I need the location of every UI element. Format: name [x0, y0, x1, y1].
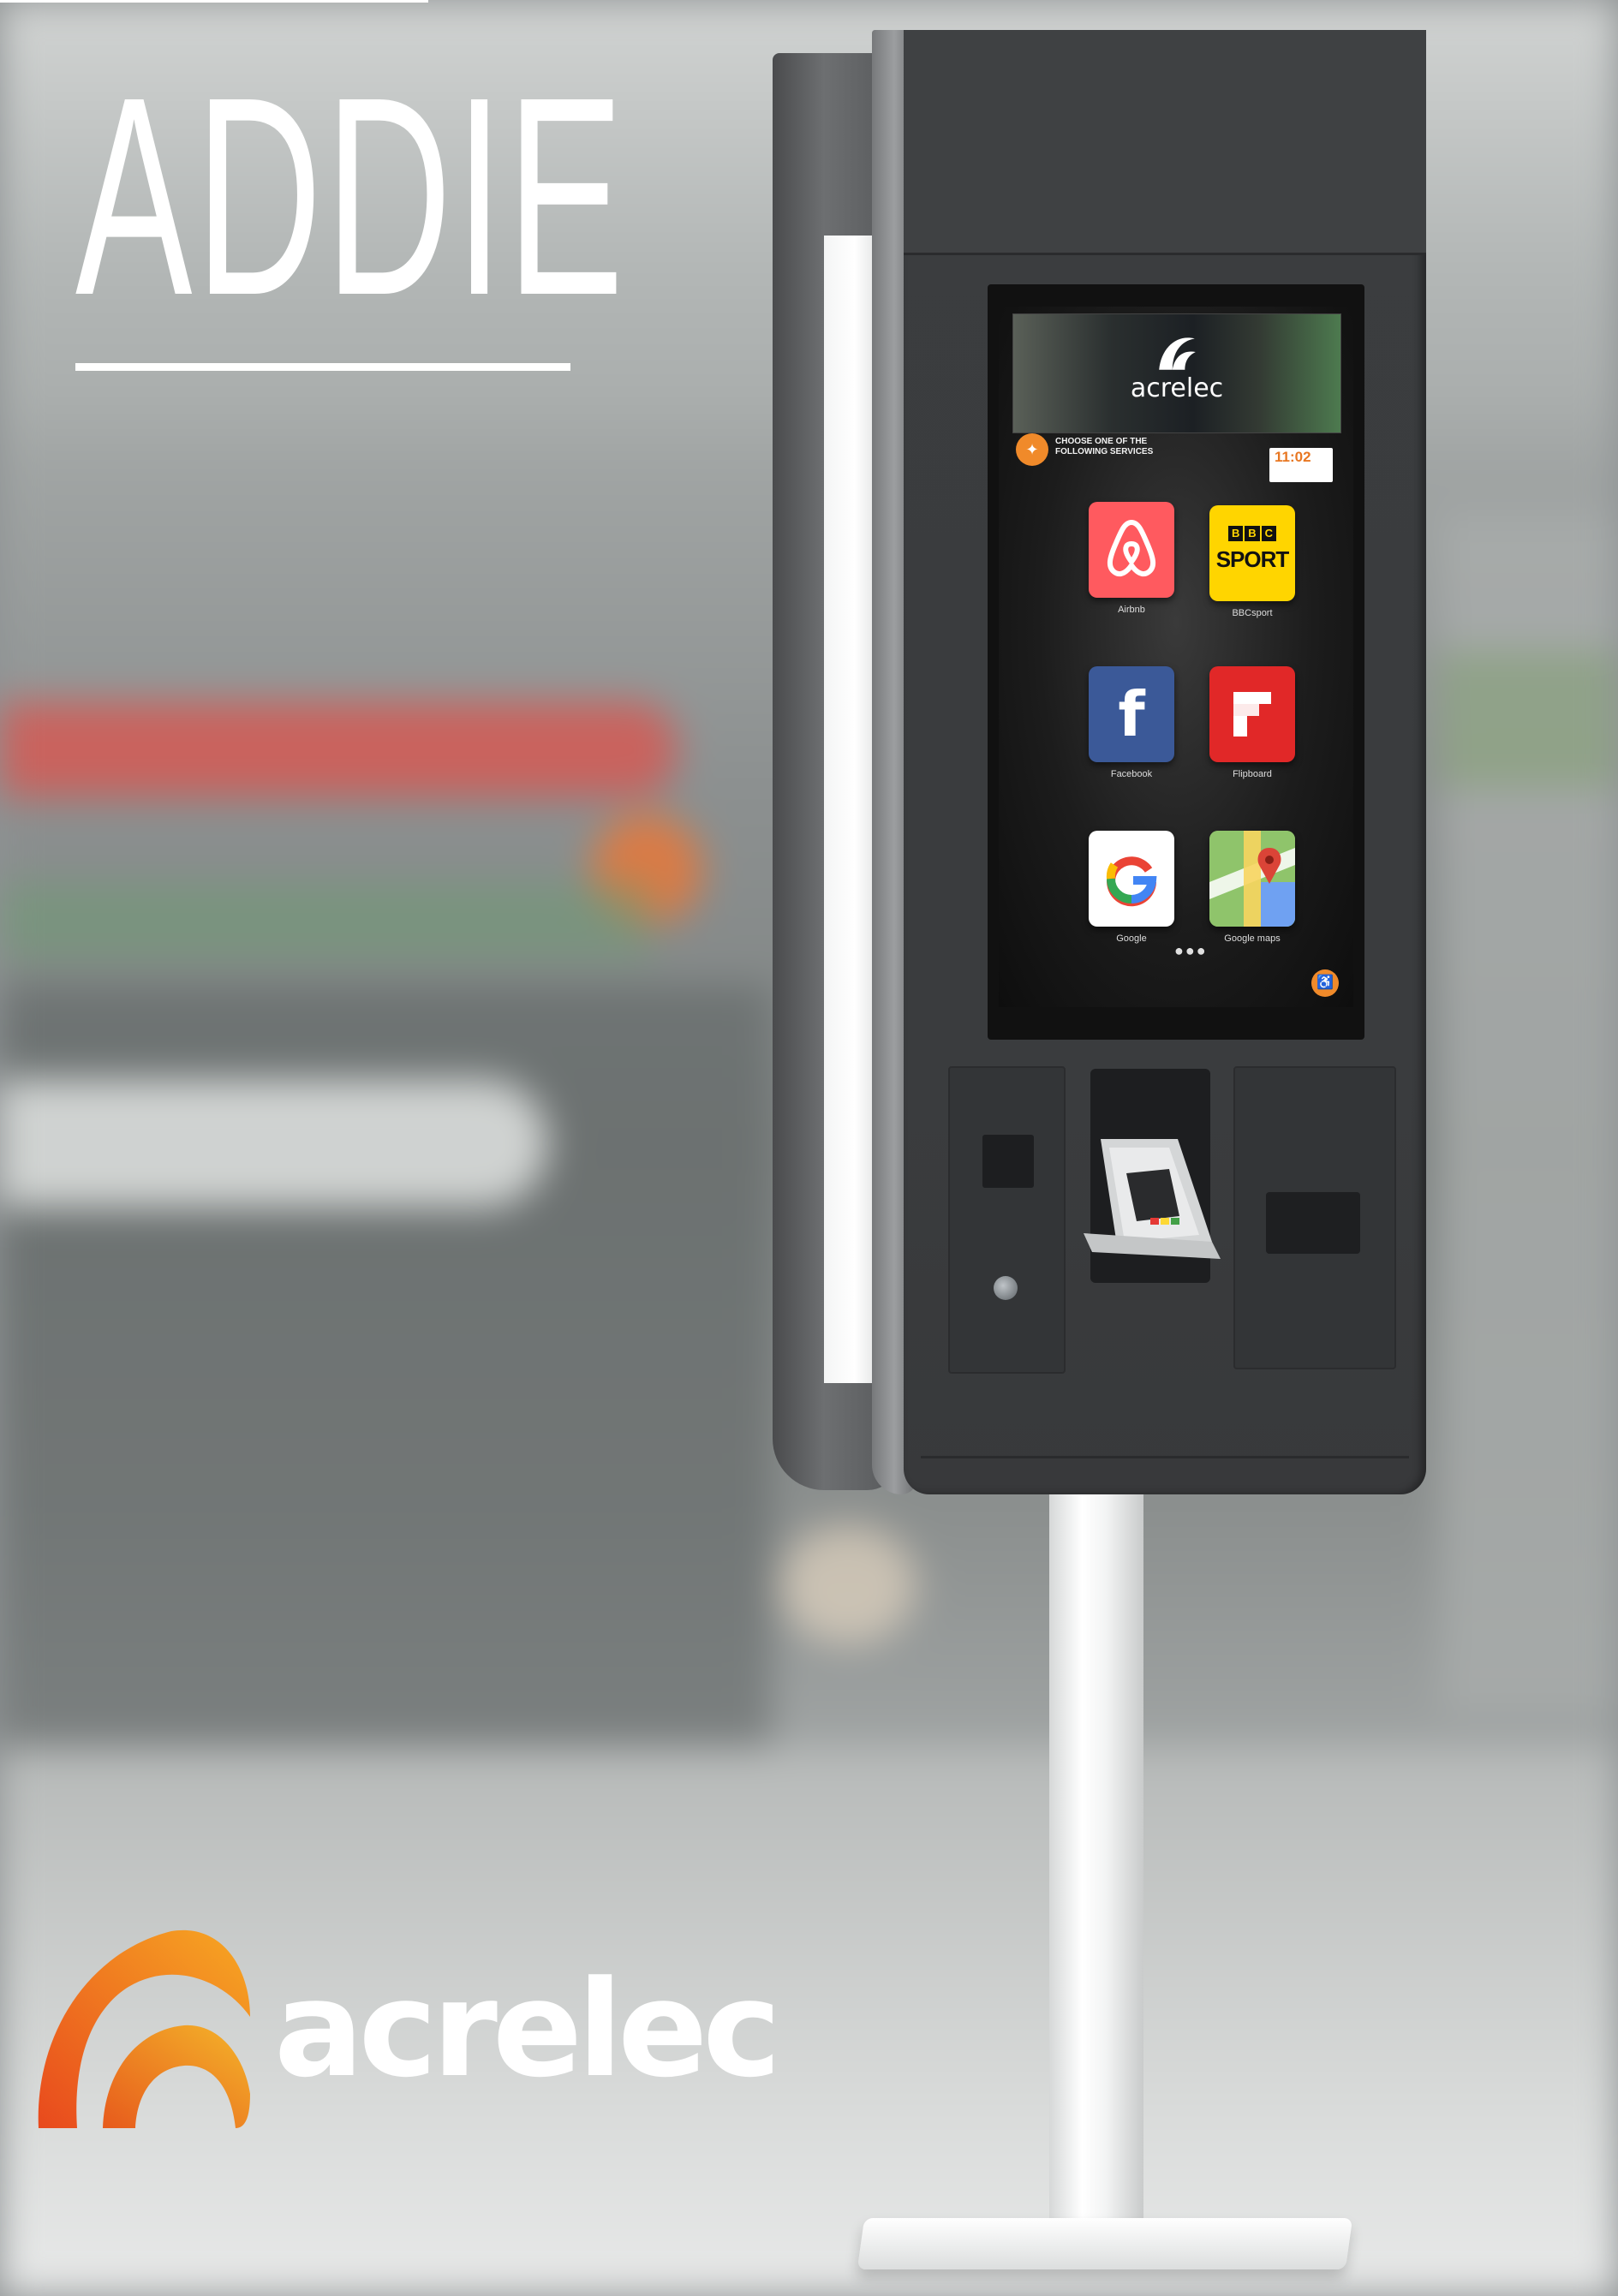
app-facebook[interactable]: f Facebook — [1089, 666, 1174, 782]
acrelec-logo: acrelec — [26, 1918, 781, 2150]
accessibility-icon[interactable]: ♿ — [1311, 969, 1339, 997]
google-icon — [1089, 831, 1174, 927]
acrelec-logo-icon — [1159, 337, 1196, 370]
bbc-sport-icon: B B C SPORT — [1209, 505, 1295, 601]
facebook-icon: f — [1089, 666, 1174, 762]
kiosk-pole — [1049, 1486, 1143, 2239]
google-maps-icon — [1209, 831, 1295, 927]
clock-widget: 11:02 — [1269, 448, 1333, 482]
banner-brand-text: acrelec — [1130, 373, 1224, 403]
card-terminal-icon[interactable] — [1084, 1122, 1221, 1259]
app-label: Google — [1116, 933, 1147, 944]
bbc-sport-text: SPORT — [1215, 546, 1290, 572]
kiosk-header — [904, 30, 1426, 255]
app-google[interactable]: Google — [1089, 831, 1174, 946]
app-label: Google maps — [1224, 933, 1281, 944]
app-label: Airbnb — [1118, 605, 1145, 615]
bbc-blocks: B B C — [1228, 526, 1276, 541]
clock-time: 11:02 — [1275, 449, 1311, 465]
airbnb-icon — [1089, 502, 1174, 598]
services-icon: ✦ — [1016, 433, 1048, 466]
kiosk-bottom-edge — [921, 1456, 1409, 1458]
brand-wordmark: acrelec — [274, 1952, 781, 2107]
page-indicator[interactable]: ●●● — [1174, 942, 1208, 960]
kiosk-base — [857, 2218, 1353, 2269]
status-light — [994, 1276, 1018, 1300]
barcode-scanner — [982, 1135, 1034, 1188]
services-prompt: CHOOSE ONE OF THE FOLLOWING SERVICES — [1055, 437, 1154, 456]
acrelec-mark-icon — [38, 1929, 250, 2128]
app-airbnb[interactable]: Airbnb — [1089, 502, 1174, 617]
app-label: Facebook — [1110, 769, 1153, 779]
receipt-printer-slot — [1266, 1192, 1360, 1254]
left-bay — [948, 1066, 1066, 1374]
app-google-maps[interactable]: Google maps — [1209, 831, 1295, 946]
flipboard-icon — [1209, 666, 1295, 762]
app-label: Flipboard — [1233, 769, 1272, 779]
screen-banner: acrelec — [1012, 313, 1341, 433]
app-flipboard[interactable]: Flipboard — [1209, 666, 1295, 782]
app-label: BBCsport — [1232, 608, 1273, 618]
app-bbc-sport[interactable]: B B C SPORT BBCsport — [1209, 505, 1295, 621]
kiosk-screen[interactable]: acrelec ✦ CHOOSE ONE OF THE FOLLOWING SE… — [999, 307, 1353, 1007]
